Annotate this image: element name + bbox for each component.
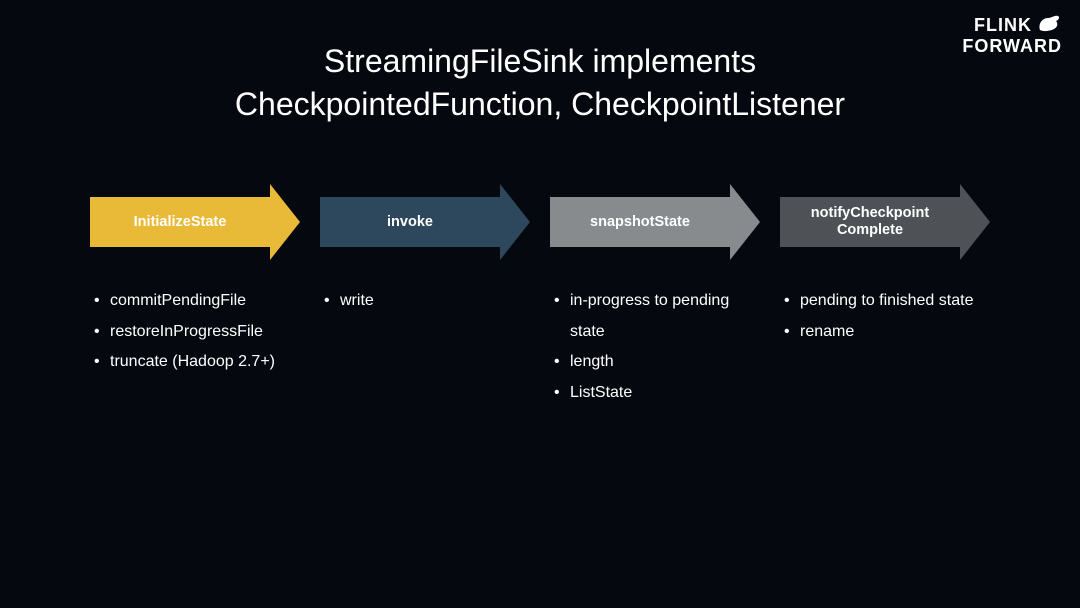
flow-diagram: InitializeState commitPendingFile restor… xyxy=(0,184,1080,408)
bullet-item: in-progress to pending state xyxy=(554,286,760,347)
flink-forward-logo: FLINK FORWARD xyxy=(962,12,1062,55)
bullet-item: rename xyxy=(784,317,990,347)
arrow-label: InitializeState xyxy=(90,197,270,247)
bullets-initialize-state: commitPendingFile restoreInProgressFile … xyxy=(90,286,300,377)
title-line2: CheckpointedFunction, CheckpointListener xyxy=(0,83,1080,126)
arrow-snapshot-state: snapshotState xyxy=(550,184,760,260)
squirrel-icon xyxy=(1036,12,1062,37)
arrow-head-icon xyxy=(270,184,300,260)
bullets-invoke: write xyxy=(320,286,530,316)
step-initialize-state: InitializeState commitPendingFile restor… xyxy=(90,184,300,408)
bullet-item: length xyxy=(554,347,760,377)
title-line1: StreamingFileSink implements xyxy=(0,40,1080,83)
arrow-invoke: invoke xyxy=(320,184,530,260)
bullets-notify-checkpoint-complete: pending to finished state rename xyxy=(780,286,990,347)
arrow-label: invoke xyxy=(320,197,500,247)
bullet-item: ListState xyxy=(554,378,760,408)
logo-line2: FORWARD xyxy=(962,37,1062,55)
arrow-notify-checkpoint-complete: notifyCheckpointComplete xyxy=(780,184,990,260)
bullet-item: restoreInProgressFile xyxy=(94,317,300,347)
bullet-item: write xyxy=(324,286,530,316)
arrow-initialize-state: InitializeState xyxy=(90,184,300,260)
bullet-item: commitPendingFile xyxy=(94,286,300,316)
step-snapshot-state: snapshotState in-progress to pending sta… xyxy=(550,184,760,408)
logo-line1: FLINK xyxy=(974,16,1032,34)
bullets-snapshot-state: in-progress to pending state length List… xyxy=(550,286,760,408)
step-invoke: invoke write xyxy=(320,184,530,408)
arrow-head-icon xyxy=(730,184,760,260)
step-notify-checkpoint-complete: notifyCheckpointComplete pending to fini… xyxy=(780,184,990,408)
slide-title: StreamingFileSink implements Checkpointe… xyxy=(0,0,1080,126)
arrow-head-icon xyxy=(960,184,990,260)
arrow-label: notifyCheckpointComplete xyxy=(780,197,960,247)
bullet-item: truncate (Hadoop 2.7+) xyxy=(94,347,300,377)
bullet-item: pending to finished state xyxy=(784,286,990,316)
arrow-head-icon xyxy=(500,184,530,260)
arrow-label: snapshotState xyxy=(550,197,730,247)
